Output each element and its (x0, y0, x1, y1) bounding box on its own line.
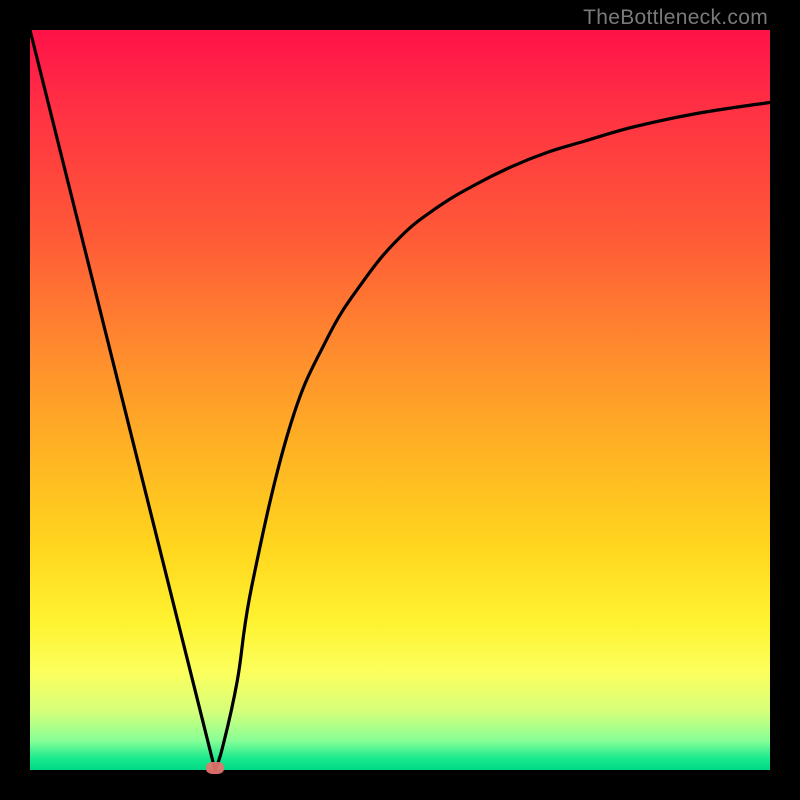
chart-container: TheBottleneck.com (0, 0, 800, 800)
plot-area (30, 30, 770, 770)
curve-path (30, 30, 770, 770)
optimum-marker (206, 762, 224, 774)
bottleneck-curve (30, 30, 770, 770)
watermark-label: TheBottleneck.com (583, 6, 768, 30)
